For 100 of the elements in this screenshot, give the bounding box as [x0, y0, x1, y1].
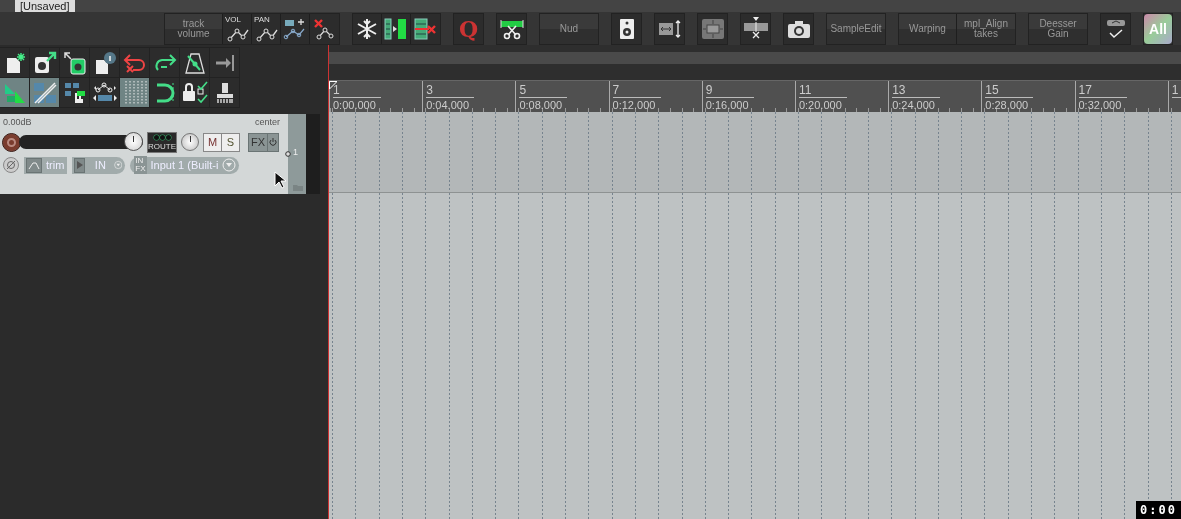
phase-button[interactable] [3, 157, 19, 173]
connector-node-icon [285, 151, 291, 157]
split-track-icon [384, 17, 408, 40]
time-label: 0:24.000 [892, 98, 936, 112]
toolbar-button[interactable] [30, 48, 59, 77]
track-lane[interactable] [329, 112, 1181, 193]
bar-number: 1 [1171, 83, 1181, 98]
mute-button[interactable]: M [204, 133, 221, 151]
toolbar-button[interactable] [0, 48, 29, 77]
play-icon [75, 160, 84, 170]
toolbar-button[interactable] [281, 13, 310, 44]
toolbar-button[interactable] [210, 78, 239, 107]
input-fx-icon[interactable]: IN FX [134, 156, 147, 174]
undo-icon [122, 51, 147, 74]
envelope-icon [28, 160, 40, 170]
pan-readout: center [255, 117, 280, 127]
dropdown-icon [113, 158, 123, 172]
lock-checklist-icon [181, 80, 208, 105]
fx-bypass-button[interactable] [267, 133, 279, 151]
speaker-icon [618, 17, 635, 40]
time-label: 0:32.000 [1078, 98, 1123, 112]
node-move-icon [91, 81, 118, 104]
toolbar-button[interactable] [60, 48, 89, 77]
toolbar-button[interactable] [784, 13, 813, 44]
phase-icon [6, 160, 16, 170]
disk-swap-icon [62, 50, 87, 75]
toolbar-button[interactable] [1101, 13, 1130, 44]
snowflake-icon [356, 17, 378, 40]
grid-lines-icon [122, 80, 147, 105]
dropdown-icon [222, 158, 237, 172]
centered-box-icon [700, 17, 725, 40]
toolbar-button[interactable] [90, 48, 119, 77]
bar-number: 7 [612, 83, 661, 98]
pan-knob[interactable] [181, 133, 199, 151]
time-label: 0:20.000 [798, 98, 843, 112]
time-label: 0:00.000 [333, 98, 377, 112]
mouse-pointer-icon [274, 171, 286, 189]
ripple-edit-icon [2, 81, 27, 104]
solo-button[interactable]: S [221, 133, 239, 151]
volume-readout: 0.00dB [3, 117, 32, 127]
bar-number: 17 [1078, 83, 1127, 98]
arrow-to-line-icon [213, 52, 236, 73]
toolbar-button[interactable]: mpl_Align takes [957, 13, 1015, 44]
toolbar-button[interactable]: track volume [165, 13, 223, 44]
track-number: 1 [293, 147, 298, 157]
save-disk-icon [32, 50, 57, 75]
toolbar-button[interactable]: Deesser Gain [1029, 13, 1087, 44]
quantize-button[interactable]: Q [454, 13, 483, 44]
toolbar-button[interactable] [60, 78, 89, 107]
toolbar-button[interactable] [150, 78, 179, 107]
time-label: 0:12.000 [612, 98, 657, 112]
camera-icon [786, 18, 811, 39]
time-label: 0:28.000 [985, 98, 1030, 112]
toolbar-button[interactable] [180, 78, 209, 107]
toolbar-button[interactable] [497, 13, 526, 44]
timecode-display: 0:00 [1136, 501, 1181, 519]
toolbar-button[interactable] [382, 13, 411, 44]
bar-number: 11 [798, 83, 847, 98]
toolbar-button[interactable]: Nud [540, 13, 598, 44]
time-label: 0:04.000 [426, 98, 470, 112]
toolbar-button[interactable]: Warping [899, 13, 957, 44]
toolbar-button[interactable] [150, 48, 179, 77]
delete-envelope-icon [312, 17, 337, 40]
toolbar-button[interactable] [741, 13, 770, 44]
toolbar-button[interactable] [310, 13, 339, 44]
resize-arrows-icon [657, 18, 682, 39]
toolbar-button[interactable]: SampleEdit [827, 13, 885, 44]
bar-number: 15 [985, 83, 1034, 98]
split-item-scissors-icon [742, 16, 769, 41]
envelope-button[interactable]: PAN [252, 13, 281, 44]
bar-number: 9 [705, 83, 754, 98]
bar-number: 5 [519, 83, 568, 98]
toolbar-button[interactable] [612, 13, 641, 44]
toolbar-button[interactable] [698, 13, 727, 44]
toolbar-button[interactable] [353, 13, 382, 44]
time-label: 0:16.000 [705, 98, 750, 112]
scissors-icon [498, 17, 525, 40]
toolbar-button[interactable] [180, 48, 209, 77]
toolbar-button[interactable] [655, 13, 684, 44]
power-icon [269, 138, 278, 146]
bar-number: 13 [892, 83, 941, 98]
route-button[interactable]: ROUTE [147, 131, 177, 153]
horizontal-scrollbar[interactable] [329, 51, 1181, 64]
grid-hand-icon [62, 80, 87, 105]
toolbar-button[interactable] [90, 78, 119, 107]
project-tab[interactable]: [Unsaved] [15, 0, 75, 12]
bar-number: 3 [426, 83, 475, 98]
parameter-envelope-icon [283, 17, 307, 40]
metronome-icon [183, 51, 206, 74]
record-arm-button[interactable] [2, 132, 21, 152]
folder-strip[interactable]: 1 [288, 114, 306, 194]
bar-number: 1 [333, 83, 381, 98]
volume-fader[interactable] [19, 135, 143, 149]
toolbar-button[interactable] [411, 13, 440, 44]
time-label: 0:08.000 [519, 98, 564, 112]
delete-lanes-icon [413, 17, 438, 40]
envelope-button[interactable]: VOL [223, 13, 252, 44]
crossed-grid-icon [31, 80, 58, 105]
timeline-ruler[interactable]: 1 0:00.000 3 0:04.000 5 0:08.000 7 0:12.000 9 0:16.000 11 0:20.000 13 0:24.000 15 0:28.000 17 0:32.000 1 [329, 80, 1181, 112]
fader-thumb[interactable] [124, 132, 143, 151]
